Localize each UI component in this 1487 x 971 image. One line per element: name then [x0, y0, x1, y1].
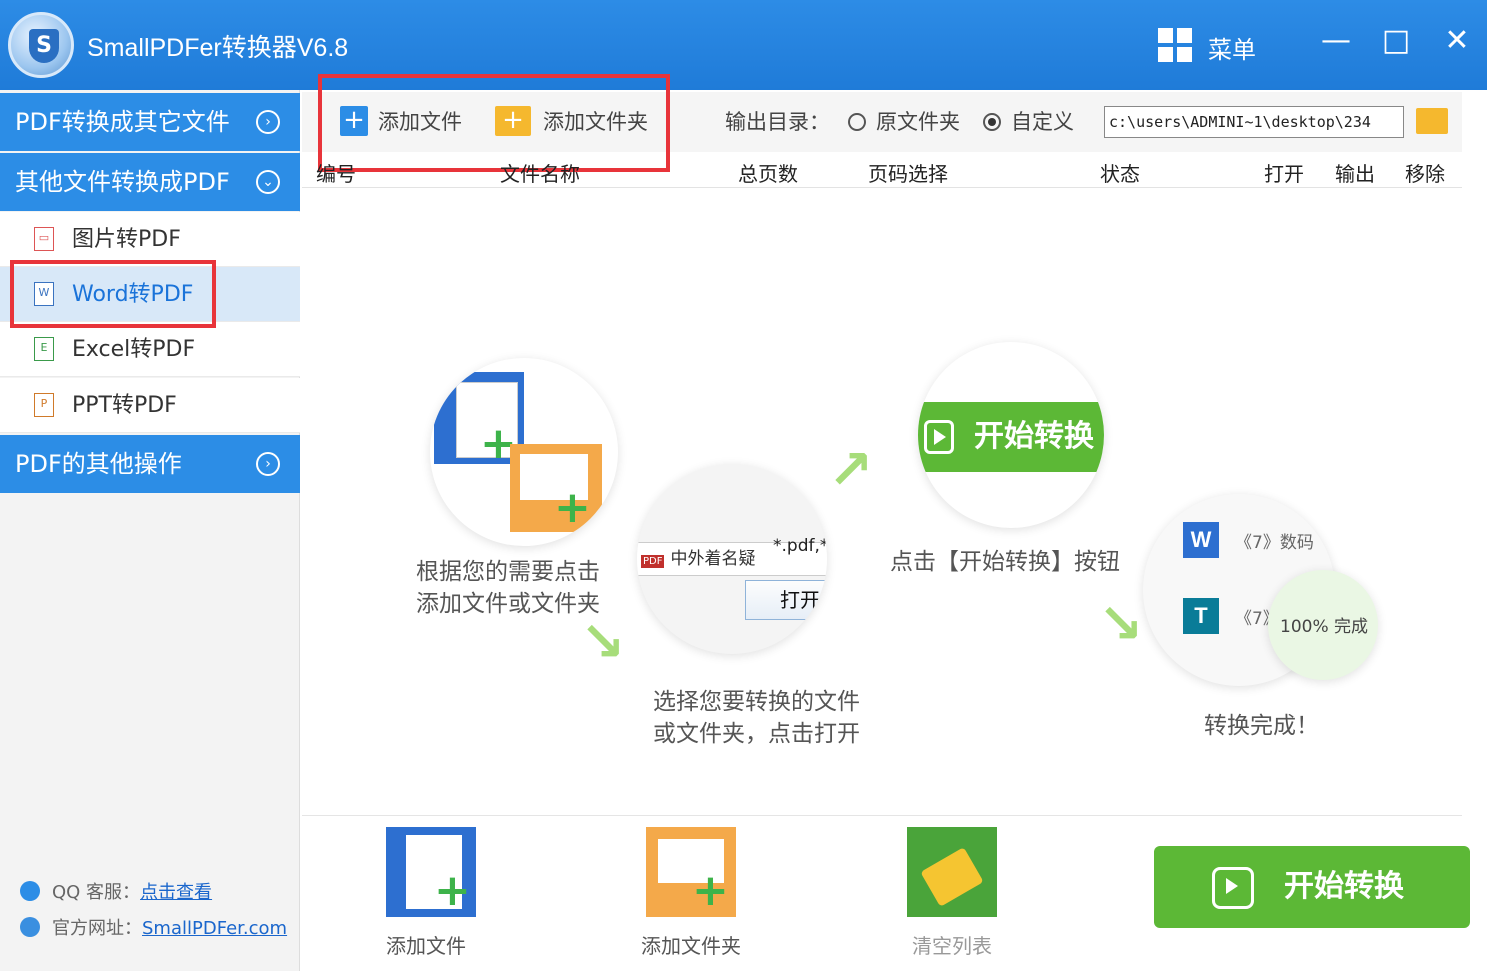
step1-line2: 添加文件或文件夹: [416, 591, 600, 617]
step3-text: 点击【开始转换】按钮: [890, 549, 1120, 575]
menu-button[interactable]: 菜单: [1208, 30, 1256, 65]
file-filter-text: *.pdf,*.: [773, 536, 827, 556]
section-label: 其他文件转换成PDF: [15, 168, 230, 196]
step3-illustration: 开始转换: [918, 342, 1104, 528]
progress-circle: 100% 完成: [1268, 570, 1378, 680]
chevron-right-icon: ›: [256, 452, 280, 476]
app-title: SmallPDFer转换器V6.8: [87, 34, 349, 62]
progress-status: 完成: [1334, 617, 1369, 637]
clear-list-label[interactable]: 清空列表: [912, 930, 992, 959]
word-file-icon: W: [1183, 522, 1219, 558]
website-label: 官方网址：: [52, 918, 142, 939]
browse-folder-icon[interactable]: [1416, 108, 1448, 134]
app-logo: S: [8, 12, 74, 78]
section-label: PDF的其他操作: [15, 450, 182, 478]
start-convert-label: 开始转换: [1284, 869, 1404, 904]
sidebar-item-image-to-pdf[interactable]: ▭ 图片转PDF: [0, 212, 300, 267]
radio-original-folder[interactable]: 原文件夹: [848, 104, 960, 140]
progress-percent: 100%: [1280, 617, 1329, 637]
step2-line2: 或文件夹，点击打开: [653, 721, 860, 747]
play-icon: [924, 420, 954, 454]
bottom-divider: [302, 815, 1462, 816]
pdf-icon: PDF: [641, 555, 665, 568]
col-number: 编号: [316, 162, 356, 186]
qq-icon: [20, 881, 40, 901]
file-name: 中外着名疑: [670, 549, 756, 569]
step2-text: 选择您要转换的文件 或文件夹，点击打开: [653, 686, 860, 750]
step1-line1: 根据您的需要点击: [416, 559, 600, 585]
start-convert-button[interactable]: 开始转换: [1154, 846, 1470, 928]
radio-label: 自定义: [1011, 110, 1074, 134]
maximize-button[interactable]: □: [1376, 26, 1416, 62]
browser-icon: [20, 917, 40, 937]
col-page-select: 页码选择: [868, 162, 948, 186]
start-button-image: 开始转换: [918, 402, 1104, 472]
clear-list-button[interactable]: [907, 827, 997, 917]
website-link[interactable]: SmallPDFer.com: [142, 918, 287, 939]
sidebar-section-other-to-pdf[interactable]: 其他文件转换成PDF ⌄: [0, 153, 300, 211]
start-button-image-label: 开始转换: [974, 419, 1094, 454]
step1-illustration: + +: [430, 358, 618, 546]
sidebar-item-excel-to-pdf[interactable]: E Excel转PDF: [0, 322, 300, 377]
progress-text: 100% 完成: [1280, 612, 1368, 637]
radio-icon: [848, 113, 866, 131]
minimize-button[interactable]: —: [1316, 26, 1356, 62]
radio-icon-selected: [983, 113, 1001, 131]
play-icon: [1212, 867, 1254, 909]
ppt-file-icon: P: [34, 393, 54, 417]
arrow-icon: ↘: [1098, 592, 1144, 655]
close-button[interactable]: ✕: [1437, 26, 1477, 62]
step2-illustration: PDF 中外着名疑 *.pdf,*. 打开: [637, 464, 827, 654]
chevron-right-icon: ›: [256, 110, 280, 134]
excel-file-icon: E: [34, 337, 54, 361]
step1-text: 根据您的需要点击 添加文件或文件夹: [416, 556, 600, 620]
arrow-icon: ↗: [828, 438, 874, 501]
col-remove: 移除: [1405, 162, 1445, 186]
col-status: 状态: [1100, 162, 1140, 186]
arrow-icon: ↘: [580, 610, 626, 673]
plus-icon: +: [554, 482, 591, 533]
open-button-image: 打开: [745, 580, 827, 620]
output-path-input[interactable]: c:\users\ADMINI~1\desktop\234: [1104, 106, 1404, 138]
bottom-add-folder-label[interactable]: 添加文件夹: [641, 930, 741, 959]
broom-icon: [920, 847, 984, 907]
col-output: 输出: [1335, 162, 1375, 186]
col-total-pages: 总页数: [738, 162, 798, 186]
menu-grid-icon[interactable]: [1158, 28, 1192, 62]
bottom-add-folder-button[interactable]: +: [646, 827, 736, 917]
title-bar: S SmallPDFer转换器V6.8 菜单 — □ ✕: [0, 0, 1487, 90]
plus-icon: +: [434, 865, 471, 916]
bottom-add-file-label[interactable]: 添加文件: [386, 930, 466, 959]
sidebar-item-ppt-to-pdf[interactable]: P PPT转PDF: [0, 378, 300, 433]
section-label: PDF转换成其它文件: [15, 108, 230, 136]
col-filename: 文件名称: [500, 162, 580, 186]
text-file-icon: T: [1183, 598, 1219, 634]
sidebar-section-pdf-to-other[interactable]: PDF转换成其它文件 ›: [0, 93, 300, 151]
sidebar-item-label: PPT转PDF: [72, 393, 177, 418]
website-info: 官方网址：SmallPDFer.com: [20, 914, 287, 940]
qq-label: QQ 客服：: [52, 882, 141, 903]
qq-link[interactable]: 点击查看: [140, 882, 212, 903]
converted-item: 《7》数码: [1235, 533, 1314, 553]
sidebar-item-label: 图片转PDF: [72, 227, 181, 252]
col-open: 打开: [1264, 162, 1304, 186]
sidebar-item-label: Excel转PDF: [72, 337, 196, 362]
plus-icon: +: [692, 865, 729, 916]
bottom-add-file-button[interactable]: +: [386, 827, 476, 917]
chevron-down-icon: ⌄: [256, 170, 280, 194]
step2-line1: 选择您要转换的文件: [653, 689, 860, 715]
image-icon: ▭: [34, 227, 54, 251]
qq-support: QQ 客服：点击查看: [20, 878, 212, 904]
sidebar-section-pdf-other-ops[interactable]: PDF的其他操作 ›: [0, 435, 300, 493]
output-dir-label: 输出目录：: [725, 110, 830, 134]
radio-custom-folder[interactable]: 自定义: [983, 104, 1074, 140]
highlight-box-word: [10, 260, 216, 328]
radio-label: 原文件夹: [876, 110, 960, 134]
step4-text: 转换完成！: [1204, 713, 1319, 739]
